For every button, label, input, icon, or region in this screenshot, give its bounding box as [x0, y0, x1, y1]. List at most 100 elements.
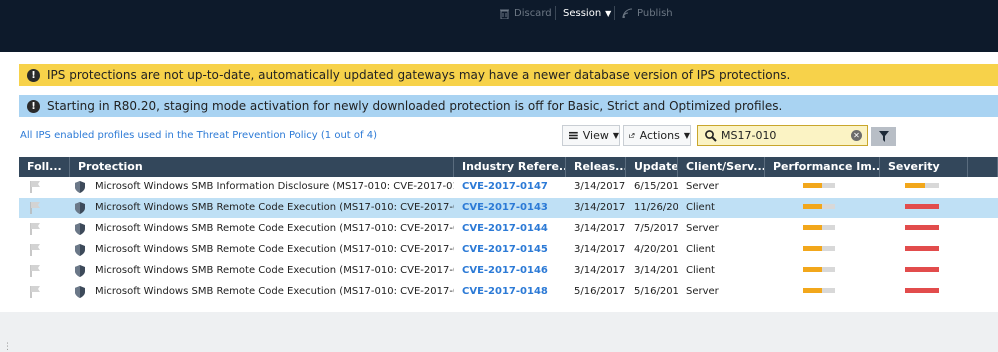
severity-cell — [880, 177, 968, 197]
performance-impact-bar — [803, 246, 835, 251]
actions-label: Actions — [639, 129, 680, 142]
follow-cell[interactable] — [19, 282, 70, 302]
industry-reference-link[interactable]: CVE-2017-0144 — [454, 219, 566, 239]
column-header[interactable]: Client/Serv... — [678, 157, 765, 177]
client-server-value: Client — [686, 202, 715, 213]
column-header[interactable]: Update... — [626, 157, 678, 177]
follow-cell[interactable] — [19, 261, 70, 281]
caret-down-icon: ▼ — [605, 8, 612, 18]
industry-reference-link[interactable]: CVE-2017-0145 — [454, 240, 566, 260]
release-date: 3/14/2017 — [574, 181, 626, 192]
clear-search-icon[interactable]: ✕ — [851, 130, 862, 141]
column-header[interactable]: Severity — [880, 157, 968, 177]
industry-reference-link[interactable]: CVE-2017-0146 — [454, 261, 566, 281]
performance-cell — [765, 261, 880, 281]
follow-cell[interactable] — [19, 240, 70, 260]
severity-cell — [880, 219, 968, 239]
client-server-value: Client — [686, 265, 715, 276]
protection-cell: Microsoft Windows SMB Information Disclo… — [70, 177, 454, 197]
performance-impact-bar — [803, 225, 835, 230]
session-menu-button[interactable]: Session ▼ — [563, 6, 611, 20]
caret-down-icon: ▼ — [612, 131, 619, 140]
client-server-value: Server — [686, 286, 719, 297]
table-row[interactable]: Microsoft Windows SMB Remote Code Execut… — [19, 198, 998, 219]
performance-impact-bar — [803, 183, 835, 188]
table-row[interactable]: Microsoft Windows SMB Remote Code Execut… — [19, 261, 998, 282]
column-header[interactable]: Protection — [70, 157, 454, 177]
table-header: Foll... Protection Industry Refere... Re… — [19, 157, 998, 177]
follow-cell[interactable] — [19, 219, 70, 239]
protections-table: Foll... Protection Industry Refere... Re… — [19, 157, 998, 303]
flag-icon — [30, 244, 40, 256]
protection-cell: Microsoft Windows SMB Remote Code Execut… — [70, 282, 454, 302]
protection-cell: Microsoft Windows SMB Remote Code Execut… — [70, 198, 454, 218]
caret-down-icon: ▼ — [683, 131, 690, 140]
shield-icon — [75, 244, 85, 256]
follow-cell[interactable] — [19, 198, 70, 218]
discard-button[interactable]: Discard — [499, 6, 552, 20]
publish-button[interactable]: Publish — [622, 6, 673, 20]
column-header[interactable]: Releas... — [566, 157, 626, 177]
toolbar-divider — [555, 6, 556, 20]
performance-cell — [765, 282, 880, 302]
table-row[interactable]: Microsoft Windows SMB Remote Code Execut… — [19, 219, 998, 240]
performance-cell — [765, 198, 880, 218]
protection-name: Microsoft Windows SMB Remote Code Execut… — [95, 202, 454, 213]
view-label: View — [582, 129, 609, 142]
performance-cell — [765, 219, 880, 239]
table-row[interactable]: Microsoft Windows SMB Remote Code Execut… — [19, 282, 998, 303]
protection-name: Microsoft Windows SMB Remote Code Execut… — [95, 223, 454, 234]
performance-cell — [765, 240, 880, 260]
flag-icon — [30, 265, 40, 277]
column-header[interactable]: Foll... — [19, 157, 70, 177]
severity-bar — [905, 288, 939, 293]
discard-label: Discard — [514, 7, 552, 19]
search-box[interactable]: ✕ — [697, 125, 868, 146]
view-button[interactable]: View ▼ — [562, 125, 620, 146]
protection-cell: Microsoft Windows SMB Remote Code Execut… — [70, 219, 454, 239]
search-input[interactable] — [721, 129, 841, 142]
table-row[interactable]: Microsoft Windows SMB Information Disclo… — [19, 177, 998, 198]
filter-button[interactable] — [871, 127, 896, 146]
severity-cell — [880, 282, 968, 302]
column-header[interactable]: Performance Im... — [765, 157, 880, 177]
release-date: 5/16/2017 — [574, 286, 626, 297]
protection-name: Microsoft Windows SMB Remote Code Execut… — [95, 265, 454, 276]
actions-button[interactable]: Actions ▼ — [623, 125, 691, 146]
update-date: 5/16/2017 — [634, 286, 678, 297]
release-date: 3/14/2017 — [574, 244, 626, 255]
update-date: 7/5/2017 — [634, 223, 678, 234]
extra-cell — [968, 219, 998, 239]
industry-reference-link[interactable]: CVE-2017-0147 — [454, 177, 566, 197]
severity-cell — [880, 198, 968, 218]
filter-icon — [878, 131, 889, 142]
update-date: 6/15/2017 — [634, 181, 678, 192]
toolbar-divider — [614, 6, 615, 20]
update-date: 3/14/2017 — [634, 265, 678, 276]
top-toolbar: Discard Session ▼ Publish — [0, 0, 998, 52]
resize-handle[interactable]: ⋮ — [3, 342, 12, 352]
shield-icon — [75, 181, 85, 193]
shield-icon — [75, 286, 85, 298]
table-body: Microsoft Windows SMB Information Disclo… — [19, 177, 998, 303]
severity-bar — [905, 267, 939, 272]
follow-cell[interactable] — [19, 177, 70, 197]
severity-cell — [880, 240, 968, 260]
severity-bar — [905, 183, 939, 188]
warning-text: IPS protections are not up-to-date, auto… — [47, 68, 791, 82]
flag-icon — [30, 181, 40, 193]
ips-protections-panel: ! IPS protections are not up-to-date, au… — [0, 52, 998, 352]
severity-cell — [880, 261, 968, 281]
column-header — [968, 157, 998, 177]
shield-icon — [75, 202, 85, 214]
column-header[interactable]: Industry Refere... — [454, 157, 566, 177]
performance-impact-bar — [803, 204, 835, 209]
industry-reference-link[interactable]: CVE-2017-0143 — [454, 198, 566, 218]
publish-icon — [622, 8, 633, 18]
protection-name: Microsoft Windows SMB Remote Code Execut… — [95, 286, 454, 297]
industry-reference-link[interactable]: CVE-2017-0148 — [454, 282, 566, 302]
shield-icon — [75, 265, 85, 277]
profiles-link[interactable]: All IPS enabled profiles used in the Thr… — [20, 130, 377, 141]
trash-icon — [500, 9, 509, 19]
table-row[interactable]: Microsoft Windows SMB Remote Code Execut… — [19, 240, 998, 261]
